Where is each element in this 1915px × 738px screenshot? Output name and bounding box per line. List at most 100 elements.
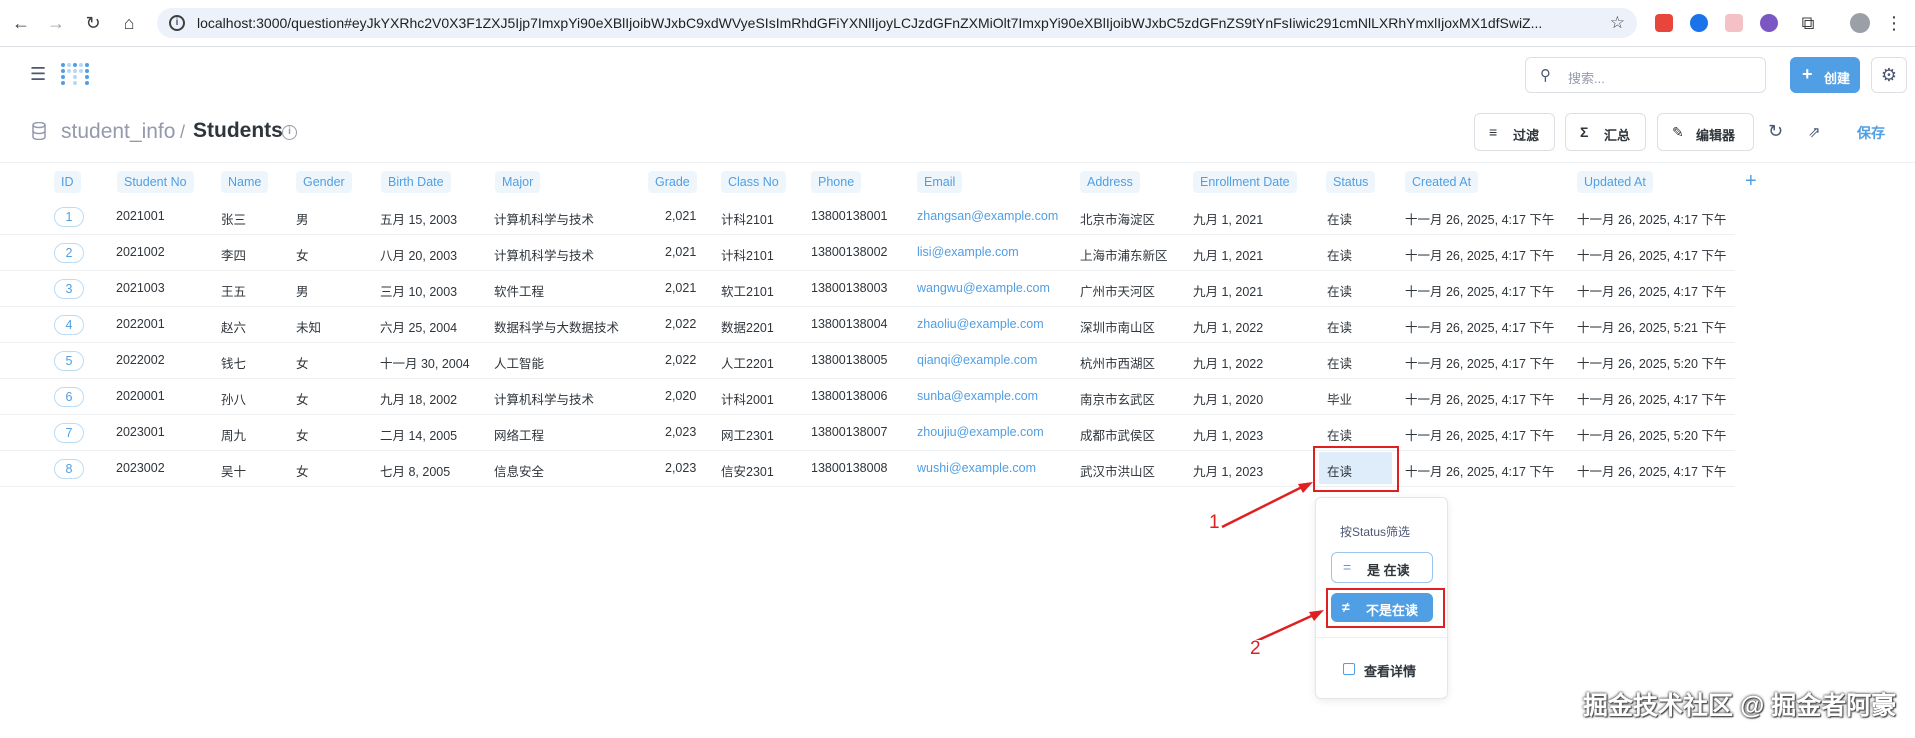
extension-icon[interactable] [1655, 14, 1673, 32]
cell-student-no[interactable]: 2022002 [116, 353, 165, 367]
cell-enroll[interactable]: 九月 1, 2021 [1193, 281, 1263, 300]
cell-student-no[interactable]: 2021001 [116, 209, 165, 223]
cell-email[interactable]: lisi@example.com [917, 245, 1019, 259]
cell-phone[interactable]: 13800138005 [811, 353, 887, 367]
cell-name[interactable]: 张三 [221, 209, 246, 228]
cell-status[interactable]: 在读 [1327, 353, 1352, 372]
page-title[interactable]: Students [193, 119, 283, 143]
cell-email[interactable]: wangwu@example.com [917, 281, 1050, 295]
editor-button[interactable]: ✎ 编辑器 [1657, 113, 1754, 151]
cell-student-no[interactable]: 2020001 [116, 389, 165, 403]
cell-major[interactable]: 计算机科学与技术 [494, 245, 594, 264]
cell-major[interactable]: 人工智能 [494, 353, 544, 372]
cell-updated[interactable]: 十一月 26, 2025, 4:17 下午 [1577, 209, 1726, 228]
cell-name[interactable]: 吴十 [221, 461, 246, 480]
cell-enroll[interactable]: 九月 1, 2022 [1193, 317, 1263, 336]
cell-email[interactable]: sunba@example.com [917, 389, 1038, 403]
cell-created[interactable]: 十一月 26, 2025, 4:17 下午 [1405, 245, 1554, 264]
address-bar[interactable]: i localhost:3000/question#eyJkYXRhc2V0X3… [157, 8, 1637, 38]
cell-address[interactable]: 成都市武侯区 [1080, 425, 1155, 444]
cell-phone[interactable]: 13800138008 [811, 461, 887, 475]
add-column-icon[interactable]: + [1745, 170, 1757, 193]
cell-created[interactable]: 十一月 26, 2025, 4:17 下午 [1405, 353, 1554, 372]
cell-grade[interactable]: 2,023 [665, 425, 696, 439]
cell-grade[interactable]: 2,021 [665, 209, 696, 223]
cell-class-no[interactable]: 计科2101 [721, 209, 774, 228]
cell-class-no[interactable]: 信安2301 [721, 461, 774, 480]
cell-updated[interactable]: 十一月 26, 2025, 4:17 下午 [1577, 245, 1726, 264]
row-id-pill[interactable]: 1 [54, 207, 84, 227]
cell-class-no[interactable]: 人工2201 [721, 353, 774, 372]
cell-updated[interactable]: 十一月 26, 2025, 4:17 下午 [1577, 281, 1726, 300]
cell-status[interactable]: 在读 [1327, 209, 1352, 228]
extension-icon[interactable] [1690, 14, 1708, 32]
forward-arrow-icon[interactable]: → [44, 11, 68, 35]
row-id-pill[interactable]: 4 [54, 315, 84, 335]
cell-updated[interactable]: 十一月 26, 2025, 5:20 下午 [1577, 425, 1726, 444]
cell-status[interactable]: 在读 [1327, 425, 1352, 444]
cell-email[interactable]: wushi@example.com [917, 461, 1036, 475]
cell-email[interactable]: qianqi@example.com [917, 353, 1037, 367]
column-header[interactable]: ID [54, 171, 81, 193]
cell-name[interactable]: 王五 [221, 281, 246, 300]
cell-status[interactable]: 在读 [1327, 281, 1352, 300]
save-button[interactable]: 保存 [1857, 123, 1885, 143]
cell-updated[interactable]: 十一月 26, 2025, 4:17 下午 [1577, 461, 1726, 480]
cell-name[interactable]: 钱七 [221, 353, 246, 372]
cell-grade[interactable]: 2,021 [665, 245, 696, 259]
cell-address[interactable]: 广州市天河区 [1080, 281, 1155, 300]
back-arrow-icon[interactable]: ← [9, 11, 33, 35]
cell-created[interactable]: 十一月 26, 2025, 4:17 下午 [1405, 389, 1554, 408]
row-id-pill[interactable]: 6 [54, 387, 84, 407]
extensions-icon[interactable]: ⧉ [1796, 11, 1820, 35]
row-id-pill[interactable]: 7 [54, 423, 84, 443]
cell-major[interactable]: 网络工程 [494, 425, 544, 444]
extension-icon[interactable] [1725, 14, 1743, 32]
extension-icon[interactable] [1760, 14, 1778, 32]
cell-major[interactable]: 计算机科学与技术 [494, 389, 594, 408]
cell-gender[interactable]: 女 [296, 425, 309, 444]
cell-status[interactable]: 在读 [1327, 317, 1352, 336]
column-header[interactable]: Status [1326, 171, 1376, 193]
cell-phone[interactable]: 13800138003 [811, 281, 887, 295]
cell-phone[interactable]: 13800138007 [811, 425, 887, 439]
cell-enroll[interactable]: 九月 1, 2023 [1193, 425, 1263, 444]
cell-gender[interactable]: 未知 [296, 317, 321, 336]
cell-gender[interactable]: 男 [296, 281, 309, 300]
hamburger-menu-icon[interactable]: ☰ [30, 64, 46, 85]
row-id-pill[interactable]: 5 [54, 351, 84, 371]
reload-icon[interactable]: ↻ [81, 11, 105, 35]
cell-major[interactable]: 数据科学与大数据技术 [494, 317, 619, 336]
cell-address[interactable]: 上海市浦东新区 [1080, 245, 1168, 264]
cell-address[interactable]: 南京市玄武区 [1080, 389, 1155, 408]
cell-grade[interactable]: 2,022 [665, 353, 696, 367]
cell-gender[interactable]: 女 [296, 353, 309, 372]
cell-class-no[interactable]: 网工2301 [721, 425, 774, 444]
column-header[interactable]: Gender [296, 171, 352, 193]
cell-address[interactable]: 杭州市西湖区 [1080, 353, 1155, 372]
cell-phone[interactable]: 13800138006 [811, 389, 887, 403]
cell-student-no[interactable]: 2023001 [116, 425, 165, 439]
info-icon[interactable]: i [282, 125, 297, 140]
cell-created[interactable]: 十一月 26, 2025, 4:17 下午 [1405, 281, 1554, 300]
cell-student-no[interactable]: 2021002 [116, 245, 165, 259]
cell-class-no[interactable]: 软工2101 [721, 281, 774, 300]
cell-gender[interactable]: 女 [296, 461, 309, 480]
home-icon[interactable]: ⌂ [117, 11, 141, 35]
column-header[interactable]: Birth Date [381, 171, 451, 193]
cell-birth[interactable]: 五月 15, 2003 [380, 209, 457, 228]
column-header[interactable]: Address [1080, 171, 1140, 193]
cell-grade[interactable]: 2,021 [665, 281, 696, 295]
cell-name[interactable]: 孙八 [221, 389, 246, 408]
cell-email[interactable]: zhoujiu@example.com [917, 425, 1044, 439]
cell-birth[interactable]: 三月 10, 2003 [380, 281, 457, 300]
row-id-pill[interactable]: 8 [54, 459, 84, 479]
cell-grade[interactable]: 2,022 [665, 317, 696, 331]
cell-name[interactable]: 赵六 [221, 317, 246, 336]
column-header[interactable]: Created At [1405, 171, 1479, 193]
cell-address[interactable]: 武汉市洪山区 [1080, 461, 1155, 480]
cell-status[interactable]: 在读 [1327, 245, 1352, 264]
profile-icon[interactable] [1850, 13, 1870, 33]
cell-enroll[interactable]: 九月 1, 2021 [1193, 245, 1263, 264]
cell-student-no[interactable]: 2023002 [116, 461, 165, 475]
